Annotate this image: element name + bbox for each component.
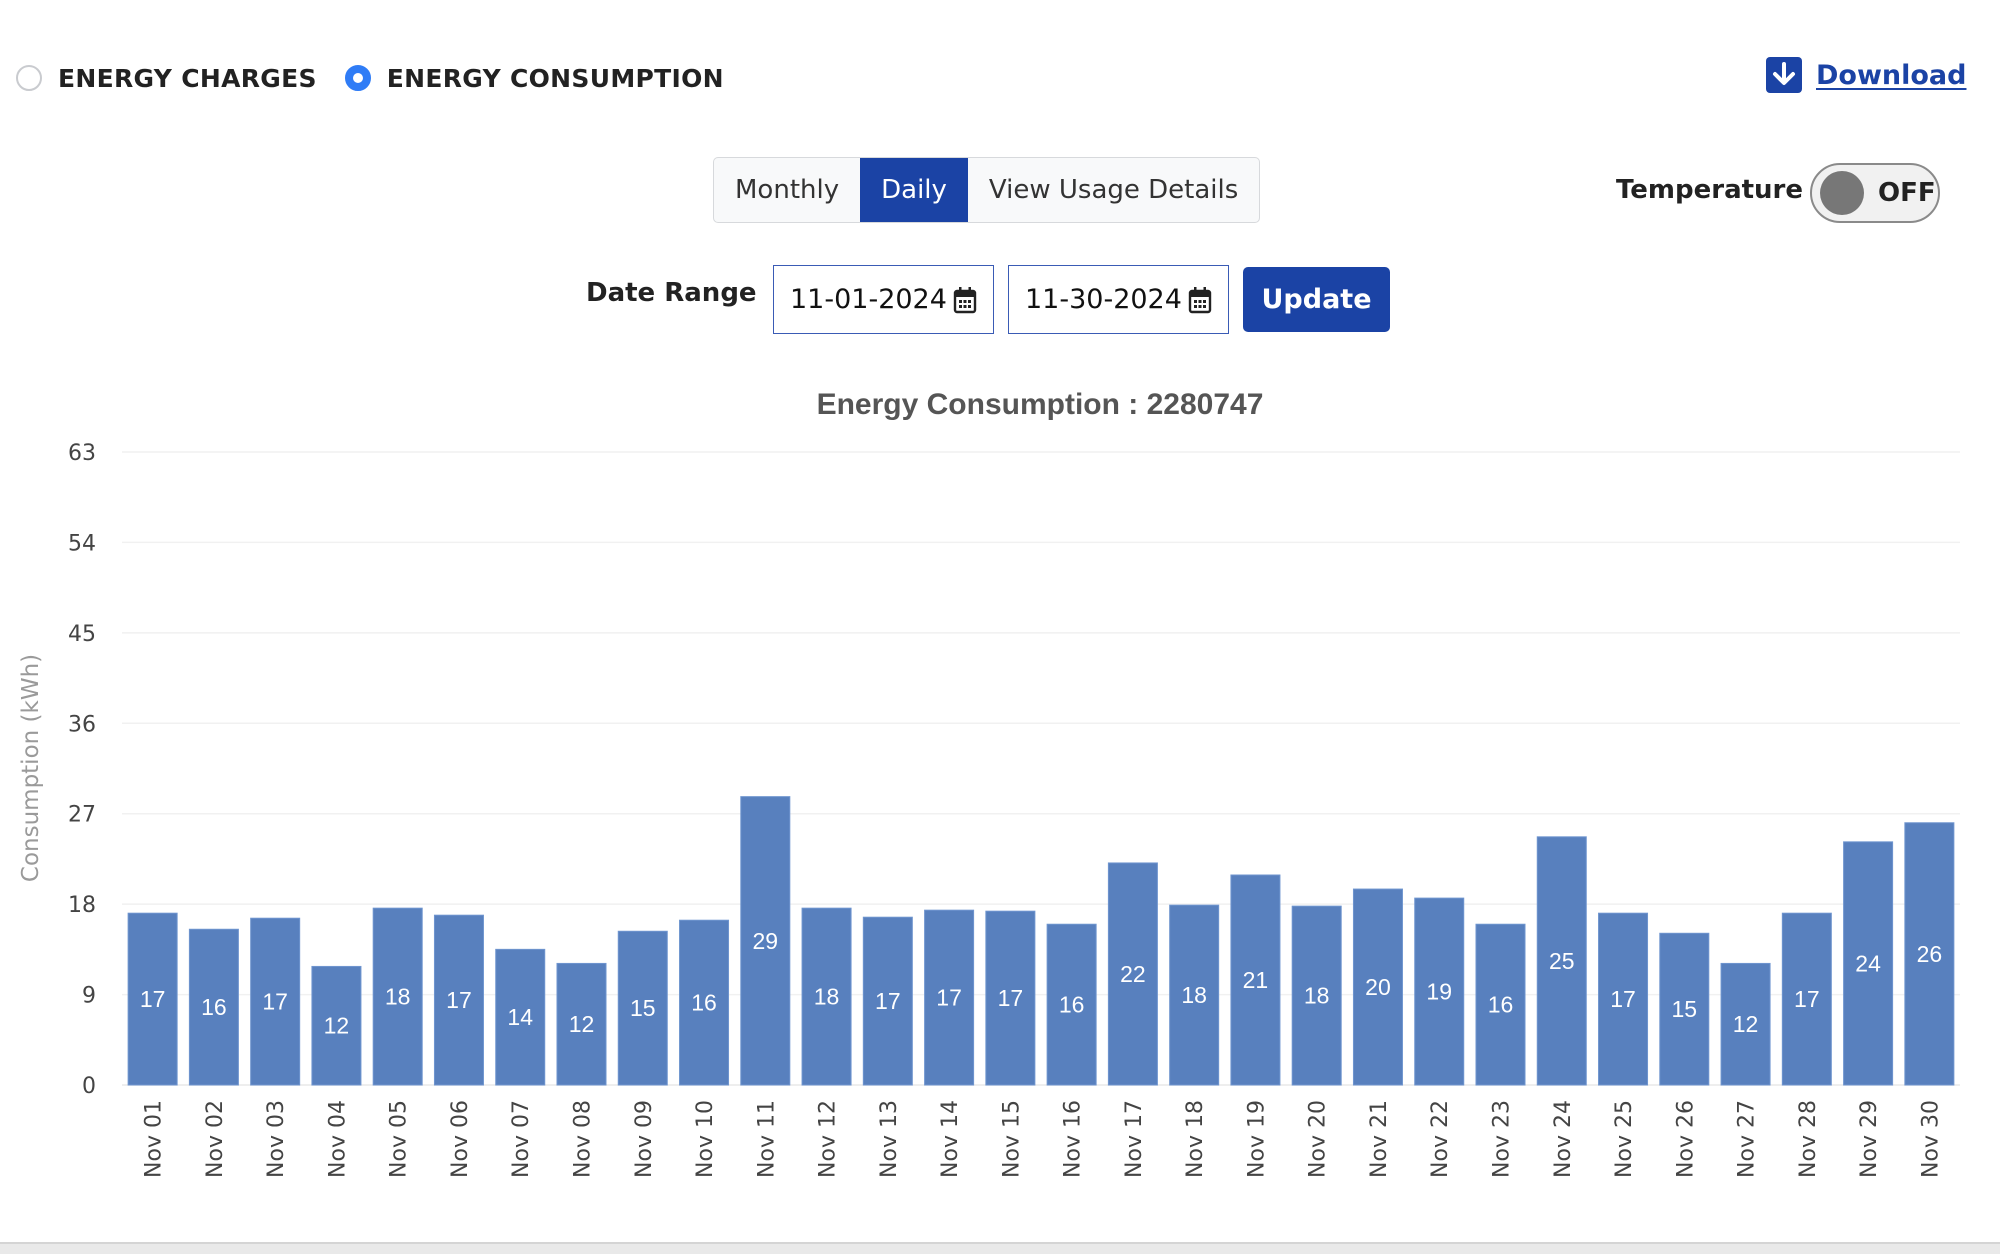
bar-data-label: 18 — [1181, 982, 1207, 1008]
x-tick-label: Nov 05 — [387, 1100, 412, 1178]
x-tick-label: Nov 08 — [571, 1100, 596, 1178]
x-tick-label: Nov 22 — [1428, 1100, 1453, 1178]
bar-data-label: 18 — [1304, 983, 1330, 1009]
y-tick-label: 54 — [68, 531, 96, 556]
bar-data-label: 12 — [324, 1013, 350, 1039]
bar-data-label: 17 — [1794, 986, 1820, 1012]
x-tick-label: Nov 19 — [1244, 1100, 1269, 1178]
bar-data-label: 26 — [1917, 941, 1943, 967]
bar-data-label: 16 — [691, 990, 717, 1016]
x-tick-label: Nov 10 — [693, 1100, 718, 1178]
y-axis-label: Consumption (kWh) — [18, 654, 44, 882]
bar-data-label: 12 — [569, 1011, 595, 1037]
bottom-scroll-strip — [0, 1242, 2000, 1254]
consumption-bar-chart: 0 9 18 27 36 45 54 63 Consumption (kWh) 17 Nov 01 1… — [18, 441, 1960, 1178]
bar-data-label: 22 — [1120, 961, 1146, 987]
bar-data-label: 18 — [385, 984, 411, 1010]
x-tick-label: Nov 16 — [1061, 1100, 1086, 1178]
x-tick-label: Nov 04 — [325, 1100, 350, 1178]
x-tick-label: Nov 01 — [142, 1100, 167, 1178]
bar-data-label: 16 — [201, 994, 227, 1020]
bar-data-label: 14 — [507, 1004, 533, 1030]
bar-data-label: 17 — [875, 988, 901, 1014]
x-tick-label: Nov 09 — [632, 1100, 657, 1178]
bar-data-label: 25 — [1549, 948, 1575, 974]
bar-data-label: 20 — [1365, 974, 1391, 1000]
bar-data-label: 17 — [1610, 986, 1636, 1012]
x-tick-label: Nov 13 — [877, 1100, 902, 1178]
bar-data-label: 24 — [1855, 950, 1881, 976]
x-tick-label: Nov 23 — [1490, 1100, 1515, 1178]
y-tick-label: 0 — [82, 1074, 96, 1099]
bar-data-label: 12 — [1733, 1011, 1759, 1037]
bar-data-label: 19 — [1426, 979, 1452, 1005]
bar-data-label: 16 — [1059, 992, 1085, 1018]
x-tick-label: Nov 07 — [509, 1100, 534, 1178]
bar-data-label: 17 — [262, 989, 288, 1015]
bar-data-label: 17 — [140, 986, 166, 1012]
y-tick-label: 63 — [68, 441, 96, 466]
x-tick-label: Nov 29 — [1857, 1100, 1882, 1178]
bar-data-label: 21 — [1243, 967, 1269, 993]
x-tick-label: Nov 15 — [999, 1100, 1024, 1178]
y-tick-label: 36 — [68, 712, 96, 737]
x-tick-label: Nov 20 — [1306, 1100, 1331, 1178]
y-tick-label: 9 — [82, 984, 96, 1009]
bar-data-label: 15 — [630, 995, 656, 1021]
x-tick-label: Nov 26 — [1673, 1100, 1698, 1178]
y-tick-label: 18 — [68, 893, 96, 918]
y-tick-label: 45 — [68, 622, 96, 647]
x-tick-label: Nov 12 — [816, 1100, 841, 1178]
bar-data-label: 16 — [1488, 992, 1514, 1018]
bar-data-label: 29 — [753, 928, 779, 954]
x-tick-label: Nov 28 — [1796, 1100, 1821, 1178]
x-tick-label: Nov 27 — [1735, 1100, 1760, 1178]
bar-data-label: 17 — [446, 987, 472, 1013]
x-tick-label: Nov 14 — [938, 1100, 963, 1178]
x-tick-label: Nov 30 — [1918, 1100, 1943, 1178]
x-tick-label: Nov 25 — [1612, 1100, 1637, 1178]
bar-data-label: 17 — [936, 985, 962, 1011]
x-tick-label: Nov 02 — [203, 1100, 228, 1178]
bar-data-label: 15 — [1672, 996, 1698, 1022]
bar-data-label: 18 — [814, 984, 840, 1010]
y-tick-label: 27 — [68, 803, 96, 828]
x-tick-label: Nov 18 — [1183, 1100, 1208, 1178]
x-tick-label: Nov 24 — [1551, 1100, 1576, 1178]
x-tick-label: Nov 03 — [264, 1100, 289, 1178]
x-tick-label: Nov 17 — [1122, 1100, 1147, 1178]
x-tick-label: Nov 21 — [1367, 1100, 1392, 1178]
x-tick-label: Nov 06 — [448, 1100, 473, 1178]
x-tick-label: Nov 11 — [754, 1100, 779, 1178]
bar-data-label: 17 — [998, 985, 1024, 1011]
